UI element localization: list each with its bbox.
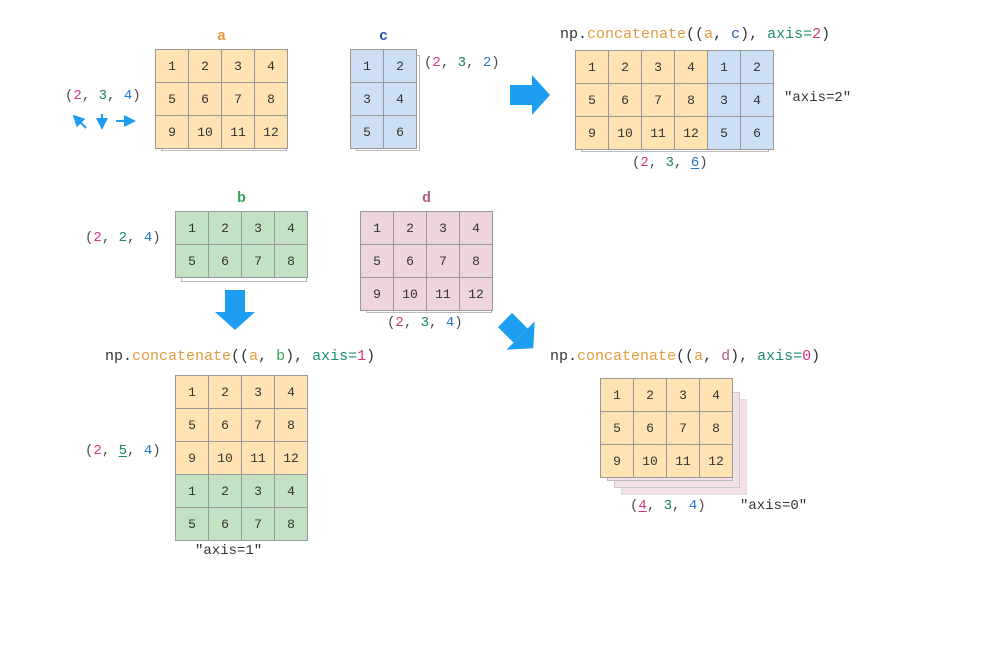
array-c-title: c: [350, 28, 417, 45]
shape-d: (2, 3, 4): [387, 315, 463, 331]
shape-result-ac: (2, 3, 6): [632, 155, 708, 171]
result-ab: 1234 5678 9101112 1234 5678: [175, 375, 308, 546]
axis1-label: "axis=1": [195, 543, 262, 559]
array-b-title: b: [175, 190, 308, 207]
code-concat-ac: np.concatenate((a, c), axis=2): [560, 26, 830, 43]
result-ac: 123412 567834 910111256: [575, 50, 774, 155]
shape-a: (2, 3, 4): [65, 88, 141, 104]
array-a-title: a: [155, 28, 288, 45]
shape-result-ab: (2, 5, 4): [85, 443, 161, 459]
shape-result-ad: (4, 3, 4): [630, 498, 706, 514]
array-c: c 12 34 56: [350, 28, 417, 154]
code-concat-ad: np.concatenate((a, d), axis=0): [550, 348, 820, 365]
result-ad: 1234 5678 9101112: [600, 378, 733, 483]
array-d: d 1234 5678 9101112: [360, 190, 493, 316]
shape-b: (2, 2, 4): [85, 230, 161, 246]
diagram-canvas: a 1234 5678 9101112 (2, 3, 4) c: [20, 20, 980, 640]
array-a: a 1234 5678 9101112: [155, 28, 288, 154]
shape-c: (2, 3, 2): [424, 55, 500, 71]
axis-arrows-icon: [70, 110, 150, 145]
axis2-label: "axis=2": [784, 90, 851, 106]
array-b: b 1234 5678: [175, 190, 308, 283]
code-concat-ab: np.concatenate((a, b), axis=1): [105, 348, 375, 365]
array-d-title: d: [360, 190, 493, 207]
axis0-label: "axis=0": [740, 498, 807, 514]
